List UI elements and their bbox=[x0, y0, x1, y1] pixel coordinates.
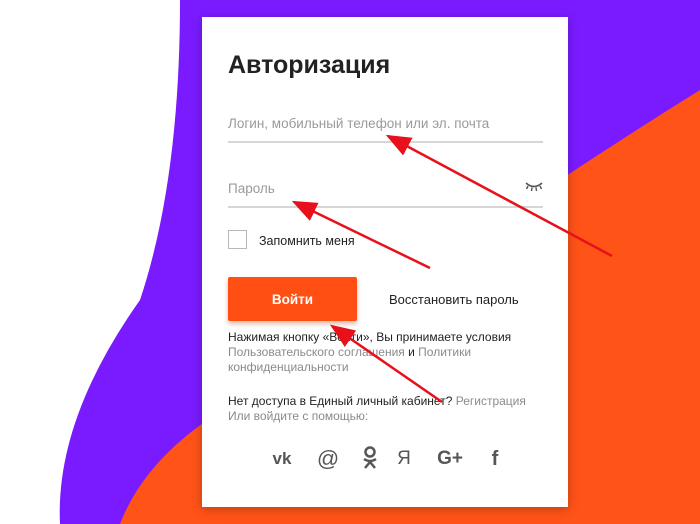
restore-password-link[interactable]: Восстановить пароль bbox=[389, 292, 519, 307]
password-field bbox=[228, 170, 543, 208]
terms-and: и bbox=[404, 345, 419, 359]
remember-checkbox[interactable] bbox=[228, 230, 247, 249]
page-title: Авторизация bbox=[228, 51, 391, 79]
social-login-row: vk @ Я G+ f bbox=[202, 445, 568, 473]
eye-closed-icon[interactable] bbox=[525, 179, 543, 193]
facebook-icon[interactable]: f bbox=[484, 445, 506, 473]
register-link[interactable]: Регистрация bbox=[456, 394, 526, 408]
login-card: Авторизация Запомнить меня Войти Восстан… bbox=[202, 17, 568, 507]
password-input[interactable] bbox=[228, 174, 518, 202]
user-agreement-link[interactable]: Пользовательского соглашения bbox=[228, 345, 405, 359]
social-prompt: Или войдите с помощью: bbox=[228, 409, 369, 423]
terms-prefix: Нажимая кнопку «Войти», Вы принимаете ус… bbox=[228, 330, 512, 344]
remember-label[interactable]: Запомнить меня bbox=[259, 234, 355, 248]
odnoklassniki-icon[interactable] bbox=[358, 445, 382, 473]
no-access-label: Нет доступа в Единый личный кабинет? bbox=[228, 394, 456, 408]
login-button[interactable]: Войти bbox=[228, 277, 357, 321]
login-input[interactable] bbox=[228, 109, 518, 137]
google-plus-icon[interactable]: G+ bbox=[432, 445, 468, 473]
login-field bbox=[228, 105, 543, 143]
yandex-icon[interactable]: Я bbox=[392, 445, 416, 473]
vk-icon[interactable]: vk bbox=[268, 445, 296, 473]
mail-at-icon[interactable]: @ bbox=[314, 445, 342, 473]
no-access-text: Нет доступа в Единый личный кабинет? Рег… bbox=[228, 394, 558, 424]
terms-text: Нажимая кнопку «Войти», Вы принимаете ус… bbox=[228, 330, 548, 375]
